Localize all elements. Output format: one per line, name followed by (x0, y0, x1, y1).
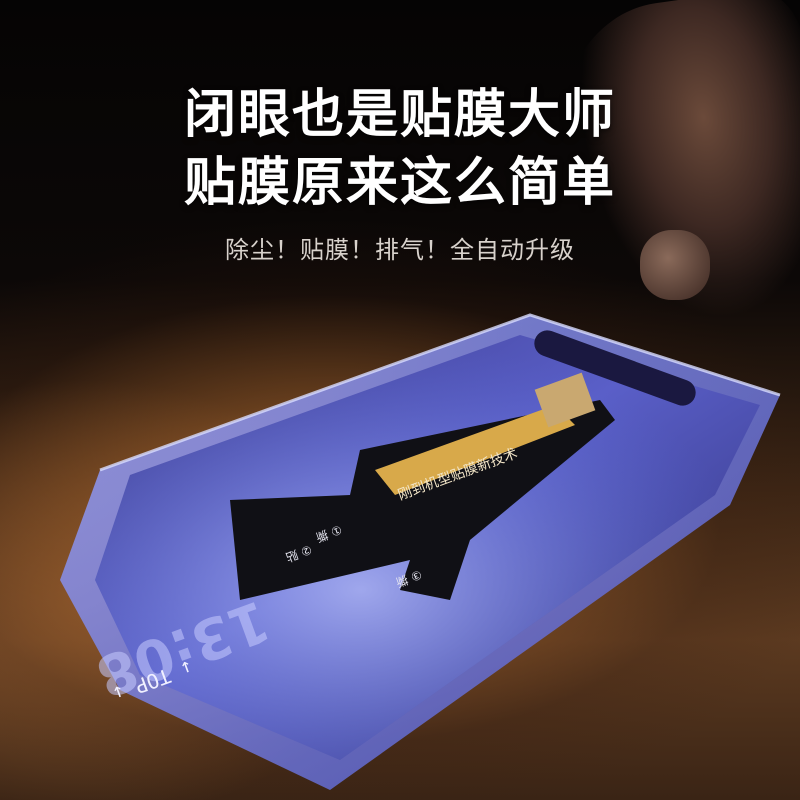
installation-tray: 刚到机型贴膜新技术 ① 撕 ② 贴 ③ 撕 13:08 ↓ TOP ↓ (60, 313, 781, 790)
